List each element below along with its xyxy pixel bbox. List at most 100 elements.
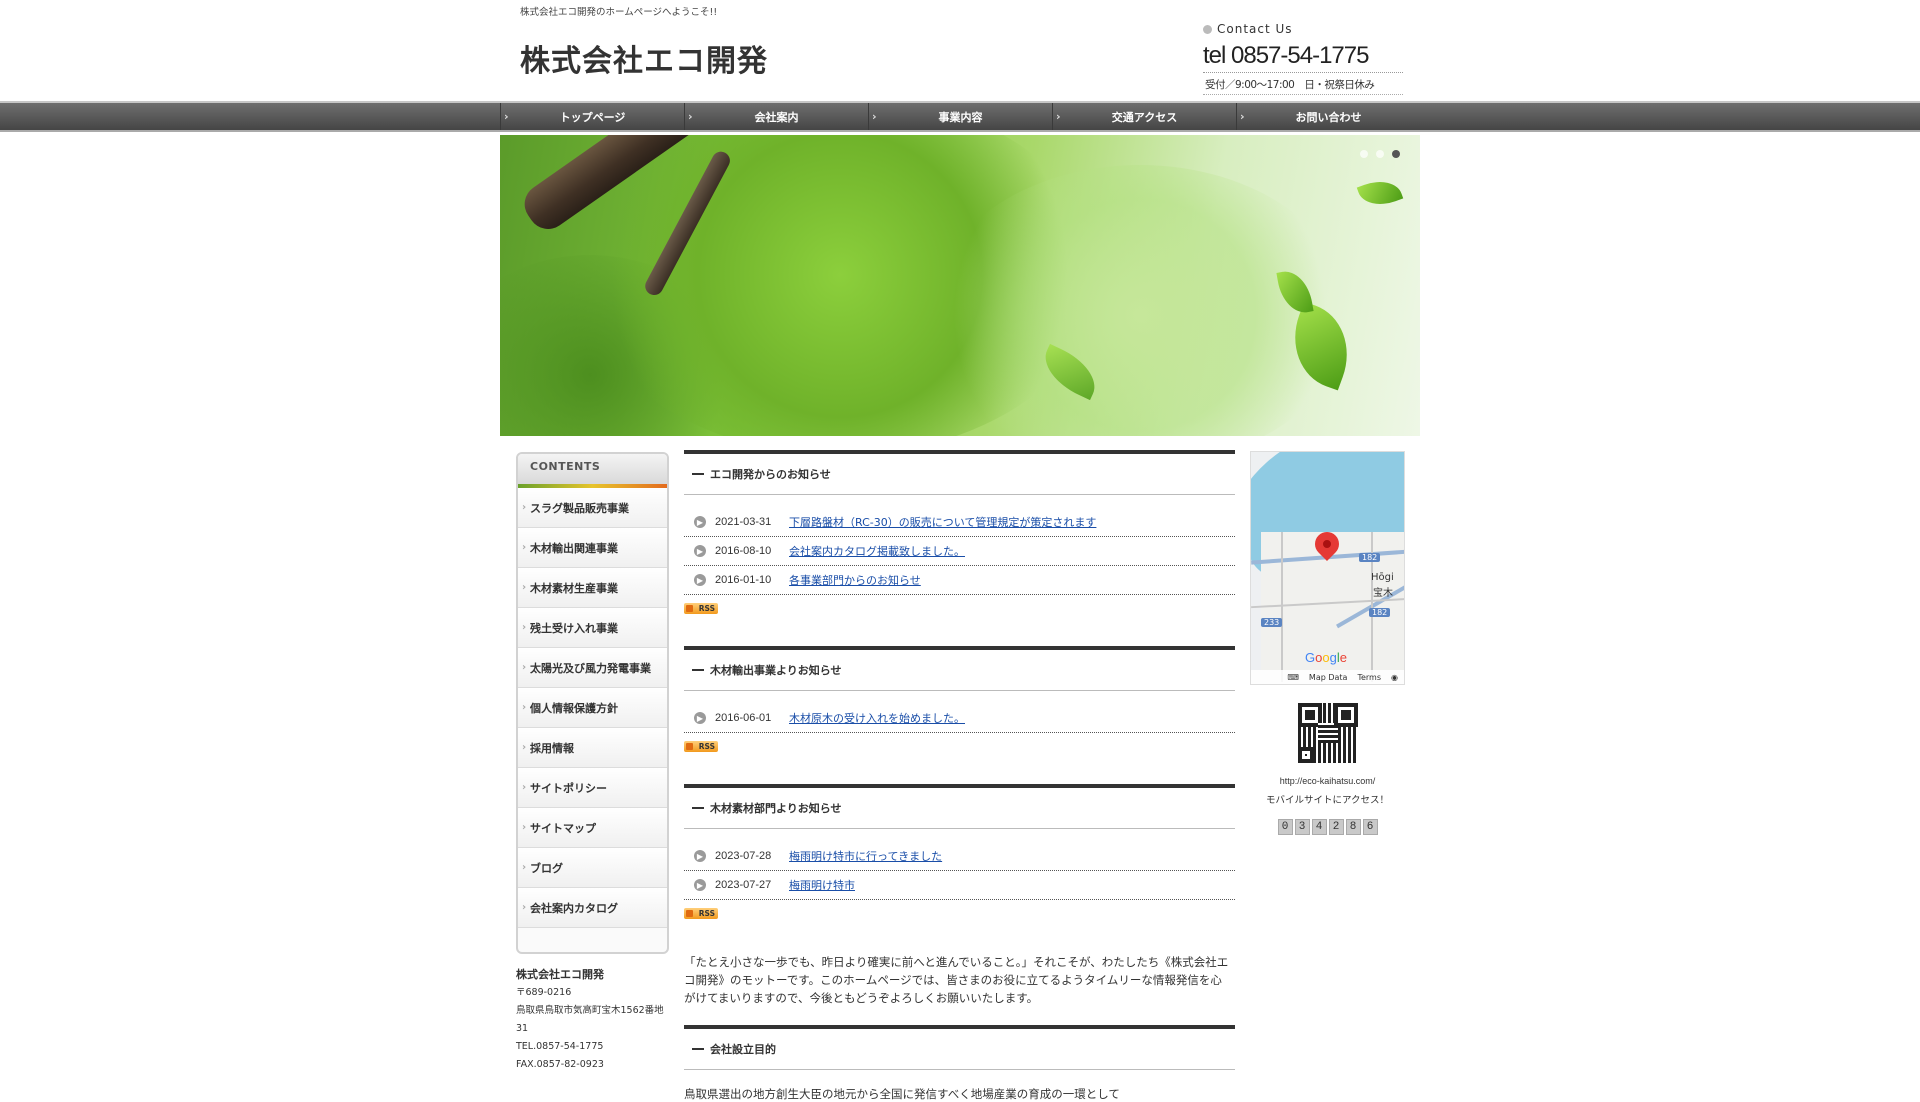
company-name: 株式会社エコ開発 xyxy=(516,968,604,981)
rss-button[interactable]: RSS xyxy=(684,603,718,614)
google-map[interactable]: 182 182 233 Hōgi 宝木 Google ⌨ Map Data Te… xyxy=(1250,451,1405,685)
news-row: ▶ 2016-06-01 木材原木の受け入れを始めました。 xyxy=(684,704,1235,733)
company-info: 株式会社エコ開発 〒689-0216 鳥取県鳥取市気高町宝木1562番地 31 … xyxy=(516,966,669,1074)
route-shield: 233 xyxy=(1261,618,1283,627)
map-data-link[interactable]: Map Data xyxy=(1309,673,1348,682)
company-address: 鳥取県鳥取市気高町宝木1562番地 xyxy=(516,1005,664,1016)
hero-image xyxy=(500,135,1420,436)
news-link[interactable]: 梅雨明け特市に行ってきました xyxy=(789,848,942,864)
menu-site-policy[interactable]: サイトポリシー xyxy=(518,768,667,808)
header-phone: tel 0857-54-1775 xyxy=(1203,42,1403,73)
nav-access[interactable]: 交通アクセス xyxy=(1052,103,1236,130)
slider-dot[interactable] xyxy=(1376,150,1384,158)
company-fax: FAX.0857-82-0923 xyxy=(516,1059,604,1070)
section-heading: 木材素材部門よりお知らせ xyxy=(684,784,1235,829)
menu-soil[interactable]: 残土受け入れ事業 xyxy=(518,608,667,648)
nav-company[interactable]: 会社案内 xyxy=(684,103,868,130)
menu-sitemap[interactable]: サイトマップ xyxy=(518,808,667,848)
map-terms-link[interactable]: Terms xyxy=(1357,673,1381,682)
news-row: ▶ 2023-07-27 梅雨明け特市 xyxy=(684,871,1235,900)
section-title: 会社設立目的 xyxy=(710,1043,776,1056)
arrow-right-icon: ▶ xyxy=(694,879,706,891)
section-heading: 会社設立目的 xyxy=(684,1025,1235,1070)
company-zip: 〒689-0216 xyxy=(516,987,572,998)
company-address-cont: 31 xyxy=(516,1023,529,1034)
nav-contact[interactable]: お問い合わせ xyxy=(1236,103,1420,130)
counter-digit: 8 xyxy=(1345,819,1361,835)
news-section: 木材輸出事業よりお知らせ ▶ 2016-06-01 木材原木の受け入れを始めまし… xyxy=(684,646,1235,752)
map-report-icon[interactable]: ◉ xyxy=(1391,673,1398,682)
leaf-graphic xyxy=(1356,173,1404,213)
news-row: ▶ 2023-07-28 梅雨明け特市に行ってきました xyxy=(684,842,1235,871)
arrow-right-icon: ▶ xyxy=(694,850,706,862)
section-heading: エコ開発からのお知らせ xyxy=(684,450,1235,495)
news-date: 2021-03-31 xyxy=(715,516,772,528)
company-motto: 「たとえ小さな一歩でも、昨日より確実に前へと進んでいること。」それこそが、わたし… xyxy=(684,955,1229,1005)
news-row: ▶ 2021-03-31 下層路盤材（RC-30）の販売について管理規定が策定さ… xyxy=(684,508,1235,537)
main-content: エコ開発からのお知らせ ▶ 2021-03-31 下層路盤材（RC-30）の販売… xyxy=(684,450,1235,1102)
contact-block: Contact Us tel 0857-54-1775 受付／9:00～17:0… xyxy=(1203,22,1403,95)
bullet-icon xyxy=(1203,24,1212,34)
news-date: 2023-07-28 xyxy=(715,850,772,862)
counter-digit: 0 xyxy=(1277,819,1293,835)
arrow-right-icon: ▶ xyxy=(694,516,706,528)
menu-recruit[interactable]: 採用情報 xyxy=(518,728,667,768)
news-row: ▶ 2016-08-10 会社案内カタログ掲載致しました。 xyxy=(684,537,1235,566)
news-date: 2016-06-01 xyxy=(715,712,772,724)
news-date: 2023-07-27 xyxy=(715,879,772,891)
section-heading: 木材輸出事業よりお知らせ xyxy=(684,646,1235,691)
qr-code xyxy=(1297,703,1358,763)
menu-catalog[interactable]: 会社案内カタログ xyxy=(518,888,667,928)
counter-digit: 3 xyxy=(1294,819,1310,835)
news-link[interactable]: 梅雨明け特市 xyxy=(789,877,855,893)
news-link[interactable]: 会社案内カタログ掲載致しました。 xyxy=(789,543,965,559)
contact-us-link[interactable]: Contact Us xyxy=(1203,22,1403,36)
menu-slag[interactable]: スラグ製品販売事業 xyxy=(518,488,667,528)
nav-business[interactable]: 事業内容 xyxy=(868,103,1052,130)
counter-digit: 4 xyxy=(1311,819,1327,835)
company-tel: TEL.0857-54-1775 xyxy=(516,1041,604,1052)
counter-digit: 2 xyxy=(1328,819,1344,835)
rss-button[interactable]: RSS xyxy=(684,908,718,919)
map-place-label-jp: 宝木 xyxy=(1373,588,1393,599)
mobile-url[interactable]: http://eco-kaihatsu.com/ xyxy=(1250,776,1405,786)
menu-privacy[interactable]: 個人情報保護方針 xyxy=(518,688,667,728)
menu-timber-export[interactable]: 木材輸出関連事業 xyxy=(518,528,667,568)
contents-title: CONTENTS xyxy=(518,454,667,488)
menu-timber-production[interactable]: 木材素材生産事業 xyxy=(518,568,667,608)
section-title: 木材素材部門よりお知らせ xyxy=(710,802,842,815)
news-link[interactable]: 下層路盤材（RC-30）の販売について管理規定が策定されます xyxy=(789,514,1096,530)
keyboard-icon[interactable]: ⌨ xyxy=(1287,673,1299,682)
contents-menu: CONTENTS スラグ製品販売事業 木材輸出関連事業 木材素材生産事業 残土受… xyxy=(516,452,669,954)
slider-dot-active[interactable] xyxy=(1392,150,1400,158)
counter-digit: 6 xyxy=(1362,819,1378,835)
site-header: 株式会社エコ開発のホームページへようこそ!! 株式会社エコ開発 Contact … xyxy=(500,0,1420,95)
news-link[interactable]: 各事業部門からのお知らせ xyxy=(789,572,921,588)
slider-dots xyxy=(1360,150,1400,158)
right-sidebar: 182 182 233 Hōgi 宝木 Google ⌨ Map Data Te… xyxy=(1250,451,1405,835)
arrow-right-icon: ▶ xyxy=(694,712,706,724)
google-logo: Google xyxy=(1305,650,1347,665)
menu-blog[interactable]: ブログ xyxy=(518,848,667,888)
visitor-counter: 0 3 4 2 8 6 xyxy=(1250,819,1405,835)
map-place-label: Hōgi xyxy=(1371,572,1394,583)
rss-button[interactable]: RSS xyxy=(684,741,718,752)
mobile-access-text: モバイルサイトにアクセス！ xyxy=(1265,795,1390,806)
news-date: 2016-01-10 xyxy=(715,574,772,586)
business-hours: 受付／9:00～17:00 日・祝祭日休み xyxy=(1203,77,1403,95)
site-title[interactable]: 株式会社エコ開発 xyxy=(520,36,768,80)
news-section: 木材素材部門よりお知らせ ▶ 2023-07-28 梅雨明け特市に行ってきました… xyxy=(684,784,1235,919)
map-footer: ⌨ Map Data Terms ◉ xyxy=(1251,670,1404,684)
section-title: エコ開発からのお知らせ xyxy=(710,468,831,481)
contact-us-label: Contact Us xyxy=(1217,22,1293,36)
slider-dot[interactable] xyxy=(1360,150,1368,158)
establish-text: 鳥取県選出の地方創生大臣の地元から全国に発信すべく地場産業の育成の一環として xyxy=(684,1087,1120,1101)
menu-energy[interactable]: 太陽光及び風力発電事業 xyxy=(518,648,667,688)
news-link[interactable]: 木材原木の受け入れを始めました。 xyxy=(789,710,965,726)
section-title: 木材輸出事業よりお知らせ xyxy=(710,664,842,677)
global-nav: トップページ 会社案内 事業内容 交通アクセス お問い合わせ xyxy=(0,101,1920,132)
left-sidebar: CONTENTS スラグ製品販売事業 木材輸出関連事業 木材素材生産事業 残土受… xyxy=(516,452,669,1074)
news-row: ▶ 2016-01-10 各事業部門からのお知らせ xyxy=(684,566,1235,595)
welcome-text: 株式会社エコ開発のホームページへようこそ!! xyxy=(520,7,718,18)
nav-top[interactable]: トップページ xyxy=(500,103,684,130)
